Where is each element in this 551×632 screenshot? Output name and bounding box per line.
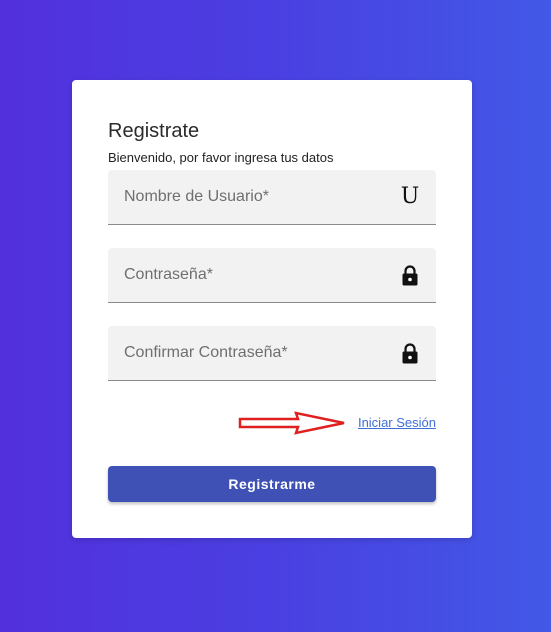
register-button[interactable]: Registrarme bbox=[108, 466, 436, 502]
login-row: Iniciar Sesión bbox=[108, 408, 436, 438]
form-title: Registrate bbox=[108, 120, 200, 142]
lock-icon bbox=[400, 264, 420, 286]
red-arrow-annotation-icon bbox=[238, 411, 345, 435]
user-icon-glyph: U bbox=[400, 184, 420, 209]
form-subtitle: Bienvenido, por favor ingresa tus datos bbox=[108, 150, 334, 165]
confirm-password-field-container bbox=[108, 326, 436, 381]
user-icon: U bbox=[400, 186, 420, 208]
login-link[interactable]: Iniciar Sesión bbox=[358, 415, 436, 430]
username-input[interactable] bbox=[108, 170, 436, 224]
lock-icon bbox=[400, 342, 420, 364]
password-field-container bbox=[108, 248, 436, 303]
username-field-container: U bbox=[108, 170, 436, 225]
confirm-password-input[interactable] bbox=[108, 326, 436, 380]
register-card: Registrate Bienvenido, por favor ingresa… bbox=[72, 80, 472, 538]
password-input[interactable] bbox=[108, 248, 436, 302]
